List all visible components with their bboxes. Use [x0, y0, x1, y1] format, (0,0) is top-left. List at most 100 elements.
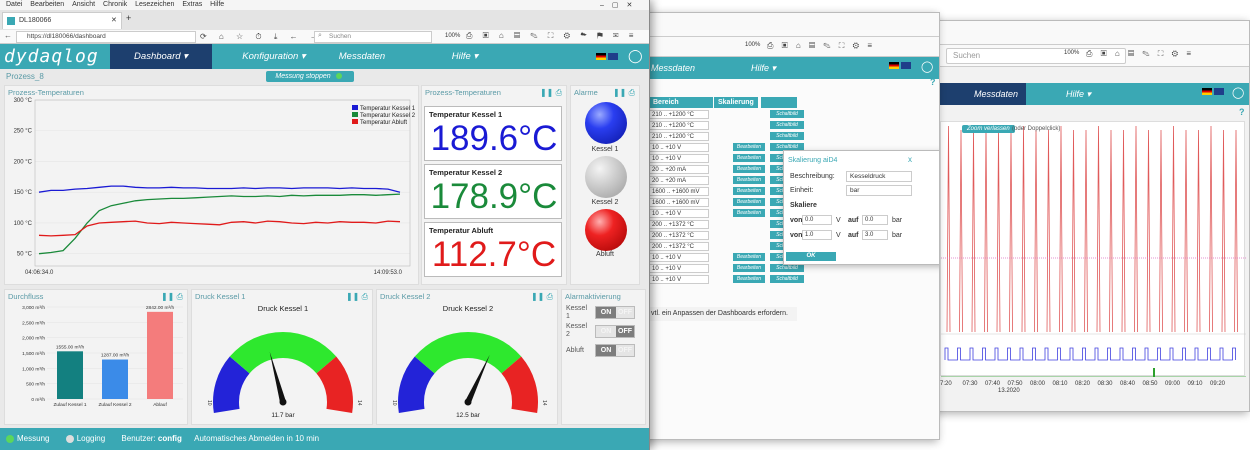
nav-messdaten[interactable]: Messdaten: [641, 57, 705, 79]
wiring-button[interactable]: Schaltbild: [770, 110, 804, 118]
menu-datei[interactable]: Datei: [6, 1, 22, 8]
panel-icons[interactable]: ❚❚ ⎙: [531, 292, 553, 302]
to-input-1[interactable]: 0.0: [862, 215, 888, 225]
flag-de-icon[interactable]: [596, 53, 606, 60]
back-icon[interactable]: ←: [4, 31, 12, 40]
range-select[interactable]: 200 .. +1372 °C: [649, 231, 709, 240]
nav-hilfe[interactable]: Hilfe ▾: [741, 57, 786, 79]
range-select[interactable]: 20 .. +20 mA: [649, 176, 709, 185]
window-controls[interactable]: –▢✕: [600, 1, 640, 9]
flag-uk-icon[interactable]: [1214, 88, 1224, 95]
toggle-abluft[interactable]: ON OFF: [595, 344, 635, 357]
panel-icons[interactable]: ❚❚ ⎙: [161, 292, 183, 302]
range-select[interactable]: 210 .. +1200 °C: [649, 121, 709, 130]
search-input[interactable]: Suchen: [314, 31, 432, 43]
config-row: 10 .. +10 VBearbeitenSchaltbild: [649, 209, 804, 219]
edit-button[interactable]: Bearbeiten: [733, 209, 765, 217]
panel-title: Durchfluss: [8, 292, 44, 301]
new-tab-icon[interactable]: +: [126, 13, 131, 23]
range-select[interactable]: 10 .. +10 V: [649, 264, 709, 273]
range-select[interactable]: 10 .. +10 V: [649, 154, 709, 163]
user-icon[interactable]: ◯: [1232, 86, 1244, 100]
edit-button[interactable]: Bearbeiten: [733, 198, 765, 206]
menu-ansicht[interactable]: Ansicht: [72, 1, 95, 8]
wiring-button[interactable]: Schaltbild: [770, 264, 804, 272]
nav-hilfe[interactable]: Hilfe ▾: [1056, 83, 1101, 105]
panel-icons[interactable]: ❚❚ ⎙: [613, 88, 635, 98]
edit-button[interactable]: Bearbeiten: [733, 143, 765, 151]
nav-hilfe[interactable]: Hilfe ▾: [440, 44, 490, 69]
range-select[interactable]: 200 .. +1372 °C: [649, 242, 709, 251]
menu-lesezeichen[interactable]: Lesezeichen: [135, 1, 174, 8]
help-icon[interactable]: ?: [1239, 107, 1245, 117]
range-select[interactable]: 10 .. +10 V: [649, 275, 709, 284]
toggle-kessel-2[interactable]: ON OFF: [595, 325, 635, 338]
spike: [1121, 129, 1126, 333]
flag-de-icon[interactable]: [1202, 88, 1212, 95]
user-icon[interactable]: ◯: [628, 48, 643, 64]
flag-de-icon[interactable]: [889, 62, 899, 69]
panel-icons[interactable]: ❚❚ ⎙: [346, 292, 368, 302]
range-select[interactable]: 1600 .. +1600 mV: [649, 187, 709, 196]
spike: [1209, 125, 1213, 333]
edit-button[interactable]: Bearbeiten: [733, 264, 765, 272]
nav-konfiguration[interactable]: Konfiguration ▾: [222, 44, 326, 69]
menu-hilfe[interactable]: Hilfe: [210, 1, 224, 8]
plot-area: [34, 99, 411, 267]
panel-title: Druck Kessel 2: [380, 292, 431, 301]
logout-timer: Automatisches Abmelden in 10 min: [194, 434, 320, 443]
unit-bar-2: bar: [892, 232, 903, 239]
flag-uk-icon[interactable]: [901, 62, 911, 69]
help-icon[interactable]: ?: [930, 77, 936, 87]
spike: [1184, 129, 1188, 333]
toggle-kessel-1[interactable]: ON OFF: [595, 306, 635, 319]
panel-icons[interactable]: ❚❚ ⎙: [540, 88, 562, 98]
ok-button[interactable]: OK: [786, 252, 836, 261]
toggle-off-label: OFF: [616, 307, 634, 318]
gauge-min: 10: [391, 400, 397, 406]
range-select[interactable]: 210 .. +1200 °C: [649, 110, 709, 119]
to-input-2[interactable]: 3.0: [862, 230, 888, 240]
unit-input[interactable]: bar: [846, 185, 912, 196]
y-tick-label: 1,500 m³/h: [22, 351, 45, 357]
menu-extras[interactable]: Extras: [182, 1, 202, 8]
range-select[interactable]: 10 .. +10 V: [649, 253, 709, 262]
from-input-2[interactable]: 1.0: [802, 230, 832, 240]
description-input[interactable]: Kesseldruck: [846, 171, 912, 182]
menu-bearbeiten[interactable]: Bearbeiten: [30, 1, 64, 8]
from-input-1[interactable]: 0.0: [802, 215, 832, 225]
range-select[interactable]: 20 .. +20 mA: [649, 165, 709, 174]
wiring-button[interactable]: Schaltbild: [770, 275, 804, 283]
edit-button[interactable]: Bearbeiten: [733, 275, 765, 283]
temp-line-chart: 300 °C 250 °C 200 °C 150 °C 100 °C 50 °C 04:06…: [14, 98, 416, 276]
nav-messdaten[interactable]: Messdaten: [330, 44, 394, 69]
wiring-button[interactable]: Schaltbild: [770, 132, 804, 140]
edit-button[interactable]: Bearbeiten: [733, 165, 765, 173]
stop-measurement-button[interactable]: Messung stoppen: [266, 71, 354, 82]
nav-dashboard[interactable]: Dashboard ▾: [110, 44, 212, 69]
nav-messdaten[interactable]: Messdaten: [936, 83, 1026, 105]
config-row: 10 .. +10 VBearbeitenSchaltbild: [649, 143, 804, 153]
range-select[interactable]: 1600 .. +1600 mV: [649, 198, 709, 207]
range-select[interactable]: 10 .. +10 V: [649, 143, 709, 152]
edit-button[interactable]: Bearbeiten: [733, 176, 765, 184]
flag-uk-icon[interactable]: [608, 53, 618, 60]
close-tab-icon[interactable]: ✕: [111, 13, 117, 29]
wiring-button[interactable]: Schaltbild: [770, 121, 804, 129]
edit-button[interactable]: Bearbeiten: [733, 187, 765, 195]
gauge-svg: 12.5 bar 10 14: [391, 332, 547, 419]
digital-signal-blue: [944, 347, 1236, 377]
close-icon[interactable]: x: [908, 155, 912, 164]
user-icon[interactable]: ◯: [921, 60, 933, 74]
menu-chronik[interactable]: Chronik: [103, 1, 127, 8]
range-select[interactable]: 200 .. +1372 °C: [649, 220, 709, 229]
toggle-label-abluft: Abluft: [566, 347, 584, 354]
url-bar[interactable]: https://dl180066/dashboard: [16, 31, 196, 43]
toolbar-icons: ⎙ ▣ ⌂ ▤ ✎ ⛶ ⚙ ≡: [1086, 49, 1194, 58]
range-select[interactable]: 210 .. +1200 °C: [649, 132, 709, 141]
edit-button[interactable]: Bearbeiten: [733, 253, 765, 261]
zoom-exit-button[interactable]: Zoom verlassen: [962, 125, 1015, 133]
browser-tab[interactable]: DL180066 ✕: [2, 12, 122, 29]
range-select[interactable]: 10 .. +10 V: [649, 209, 709, 218]
edit-button[interactable]: Bearbeiten: [733, 154, 765, 162]
